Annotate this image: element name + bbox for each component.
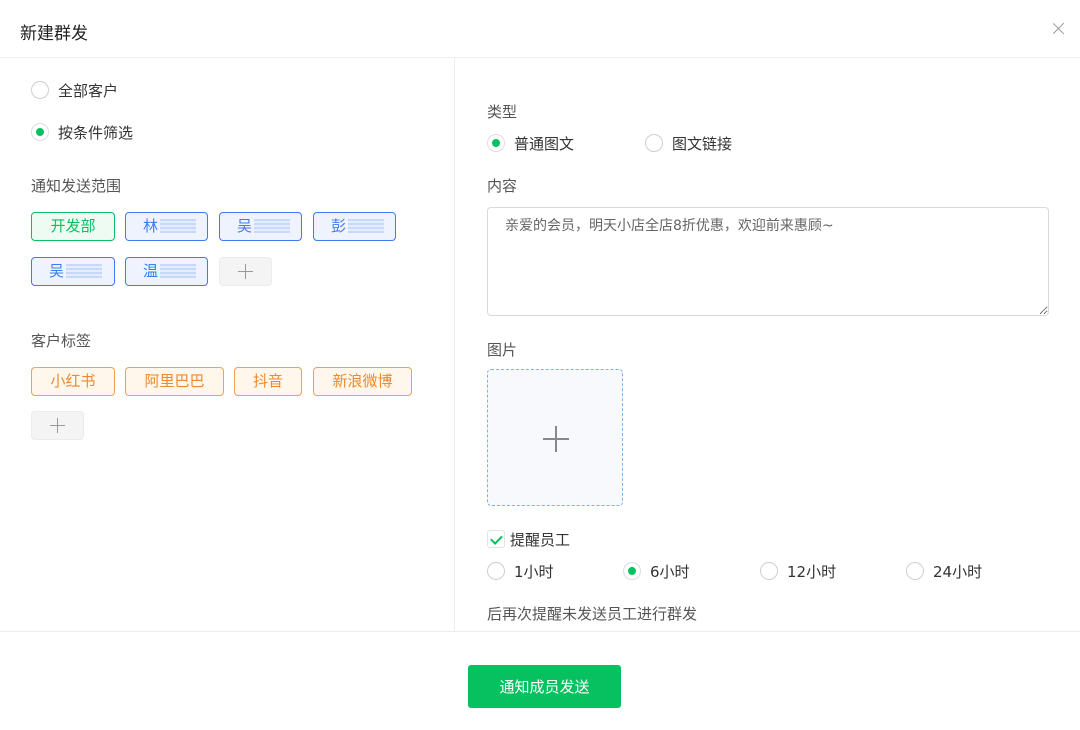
radio-type-plain[interactable]: 普通图文 [487, 132, 574, 154]
dialog-header: 新建群发 [0, 0, 1080, 58]
radio-label: 图文链接 [672, 134, 733, 153]
radio-label: 普通图文 [514, 134, 575, 153]
image-label: 图片 [487, 341, 518, 359]
radio-circle [645, 134, 663, 152]
customer-tags-label: 客户标签 [31, 332, 92, 350]
radio-circle [487, 562, 505, 580]
scope-tag-member[interactable]: 温 [125, 257, 208, 286]
customer-tag[interactable]: 小红书 [31, 367, 115, 396]
close-icon[interactable] [1050, 20, 1068, 38]
radio-label: 12小时 [787, 562, 837, 581]
remind-staff-checkbox[interactable]: 提醒员工 [487, 529, 570, 549]
plus-icon [543, 426, 569, 452]
customer-tag[interactable]: 抖音 [234, 367, 302, 396]
scope-tag-member[interactable]: 彭 [313, 212, 396, 241]
radio-remind-6h[interactable]: 6小时 [623, 560, 690, 582]
scope-label: 通知发送范围 [31, 177, 122, 195]
tag-label: 彭 [331, 217, 347, 235]
tag-label: 吴 [237, 217, 253, 235]
dialog-title: 新建群发 [20, 24, 88, 44]
radio-label: 1小时 [514, 562, 554, 581]
radio-label: 按条件筛选 [58, 123, 134, 142]
redacted-name [160, 264, 197, 278]
tag-label: 林 [143, 217, 159, 235]
add-scope-plus-icon[interactable] [219, 257, 272, 286]
radio-remind-1h[interactable]: 1小时 [487, 560, 554, 582]
radio-label: 6小时 [650, 562, 690, 581]
checkbox-label: 提醒员工 [510, 530, 571, 549]
radio-circle [760, 562, 778, 580]
radio-label: 24小时 [933, 562, 983, 581]
scope-tag-department[interactable]: 开发部 [31, 212, 115, 241]
radio-type-link[interactable]: 图文链接 [645, 132, 732, 154]
radio-filter-by-condition[interactable]: 按条件筛选 [31, 121, 133, 143]
content-label: 内容 [487, 177, 518, 195]
tag-label: 小红书 [50, 372, 96, 390]
redacted-name [160, 219, 197, 233]
radio-remind-24h[interactable]: 24小时 [906, 560, 982, 582]
radio-circle [906, 562, 924, 580]
radio-all-customers[interactable]: 全部客户 [31, 79, 118, 101]
customer-tag[interactable]: 新浪微博 [313, 367, 412, 396]
redacted-name [254, 219, 291, 233]
tag-label: 新浪微博 [332, 372, 393, 390]
redacted-name [348, 219, 385, 233]
scope-tag-member[interactable]: 林 [125, 212, 208, 241]
radio-circle [31, 123, 49, 141]
scope-tag-member[interactable]: 吴 [219, 212, 302, 241]
radio-remind-12h[interactable]: 12小时 [760, 560, 836, 582]
image-upload[interactable] [487, 369, 623, 506]
notify-members-send-button[interactable]: 通知成员发送 [468, 665, 621, 708]
customer-tag[interactable]: 阿里巴巴 [125, 367, 224, 396]
type-label: 类型 [487, 103, 518, 121]
checkbox-box [487, 530, 505, 548]
tag-label: 开发部 [50, 217, 96, 235]
new-mass-message-dialog: 新建群发 全部客户 按条件筛选 通知发送范围 开发部 林 吴 彭 吴 温 客户标… [0, 0, 1080, 730]
tag-label: 阿里巴巴 [144, 372, 205, 390]
tag-label: 吴 [49, 262, 65, 280]
column-divider [454, 58, 455, 632]
content-textarea[interactable]: 亲爱的会员，明天小店全店8折优惠，欢迎前来惠顾~ [487, 207, 1049, 316]
radio-circle [31, 81, 49, 99]
radio-circle [487, 134, 505, 152]
tag-label: 温 [143, 262, 159, 280]
redacted-name [66, 264, 103, 278]
tag-label: 抖音 [252, 372, 283, 390]
add-customer-tag-plus-icon[interactable] [31, 411, 84, 440]
radio-circle [623, 562, 641, 580]
footer-divider [0, 631, 1080, 632]
radio-label: 全部客户 [58, 81, 119, 100]
scope-tag-member[interactable]: 吴 [31, 257, 115, 286]
remind-hint: 后再次提醒未发送员工进行群发 [487, 605, 698, 623]
